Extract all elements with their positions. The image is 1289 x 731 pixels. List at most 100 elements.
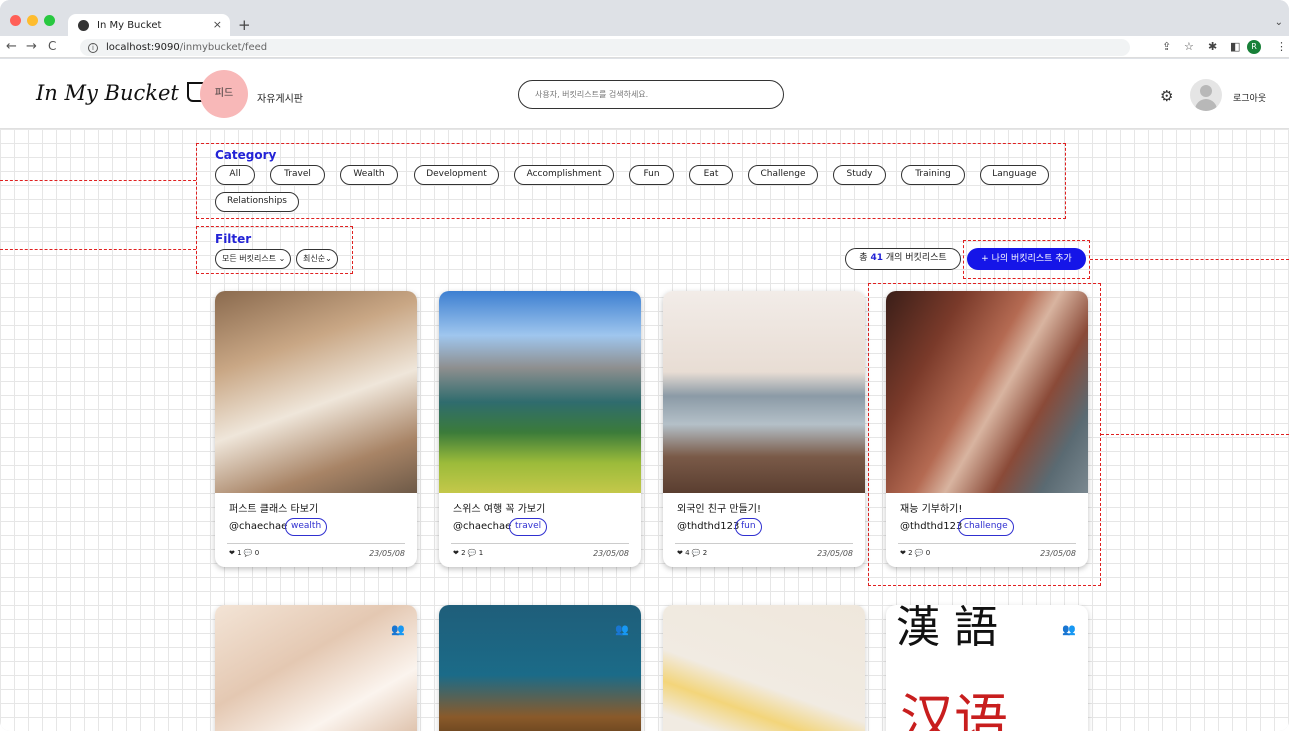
close-window-button[interactable] [10,15,21,26]
category-chip-eat[interactable]: Eat [689,165,733,185]
comment-icon[interactable]: 💬 [692,549,701,557]
card-tag[interactable]: wealth [285,518,328,536]
page-content: In My Bucket 피드 자유게시판 ⚙ 로그아웃 Category Al… [0,59,1289,731]
card-date: 23/05/08 [1040,549,1076,558]
card-user[interactable]: @thdthd123 [677,521,739,532]
category-chip-all[interactable]: All [215,165,255,185]
category-annotation-line [0,180,196,181]
url-path: /inmybucket/feed [179,42,268,53]
card-image [663,291,865,493]
card-stats: ❤ 2 💬 0 [900,549,930,557]
user-avatar[interactable] [1190,79,1222,111]
card-divider [898,543,1076,544]
bucket-card[interactable]: 스위스 여행 꼭 가보기 @chaechae travel ❤ 2 💬 1 23… [439,291,641,567]
scope-select[interactable]: 모든 버킷리스트 ⌄ [215,249,291,269]
sort-select[interactable]: 최신순⌄ [296,249,338,269]
total-count-badge: 총 41 개의 버킷리스트 [845,248,961,270]
card-divider [451,543,629,544]
card-date: 23/05/08 [369,549,405,558]
address-bar[interactable]: i localhost:9090/inmybucket/feed [80,39,1130,56]
heart-icon[interactable]: ❤ [900,549,906,557]
comment-icon[interactable]: 💬 [915,549,924,557]
category-title: Category [215,148,277,162]
logout-link[interactable]: 로그아웃 [1233,91,1266,104]
site-logo[interactable]: In My Bucket [36,81,207,105]
category-chip-study[interactable]: Study [833,165,886,185]
category-chip-fun[interactable]: Fun [629,165,674,185]
comment-count: 0 [254,549,260,557]
card-image-text-bottom: 汉语 [900,688,1008,731]
card-user[interactable]: @chaechae [453,521,511,532]
bucket-card-image[interactable]: 👥 [215,605,417,731]
gear-icon[interactable]: ⚙ [1160,87,1173,105]
category-chip-wealth[interactable]: Wealth [340,165,398,185]
reload-button[interactable]: C [48,39,56,53]
minimize-window-button[interactable] [27,15,38,26]
nav-feed[interactable]: 피드 [200,70,248,118]
back-button[interactable]: ← [6,39,17,54]
like-count: 2 [461,549,466,557]
card-tag[interactable]: fun [735,518,762,536]
card-title: 스위스 여행 꼭 가보기 [453,504,546,515]
card-tag[interactable]: travel [509,518,548,536]
extensions-icon[interactable]: ✱ [1208,40,1217,53]
browser-window: In My Bucket × + ⌄ ← → C i localhost:909… [0,0,1289,731]
like-count: 4 [685,549,690,557]
new-tab-button[interactable]: + [238,16,251,34]
total-suffix: 개의 버킷리스트 [885,253,947,263]
card-date: 23/05/08 [817,549,853,558]
category-chip-language[interactable]: Language [980,165,1049,185]
filter-title: Filter [215,232,252,246]
comment-count: 0 [925,549,931,557]
card-image [439,291,641,493]
bucket-card[interactable]: 퍼스트 클래스 타보기 @chaechae wealth ❤ 1 💬 0 23/… [215,291,417,567]
site-info-icon[interactable]: i [88,42,98,53]
category-chip-challenge[interactable]: Challenge [748,165,818,185]
comment-count: 2 [702,549,708,557]
like-count: 1 [237,549,242,557]
category-chip-development[interactable]: Development [414,165,499,185]
search-input[interactable] [518,80,784,109]
category-chip-training[interactable]: Training [901,165,965,185]
card-tag[interactable]: challenge [958,518,1014,536]
card-user[interactable]: @thdthd123 [900,521,962,532]
comment-icon[interactable]: 💬 [244,549,253,557]
bucket-card[interactable]: 재능 기부하기! @thdthd123 challenge ❤ 2 💬 0 23… [886,291,1088,567]
heart-icon[interactable]: ❤ [229,549,235,557]
nav-free-board[interactable]: 자유게시판 [257,90,303,105]
card-stats: ❤ 2 💬 1 [453,549,483,557]
total-prefix: 총 [859,253,868,263]
card-divider [675,543,853,544]
category-chip-relationships[interactable]: Relationships [215,192,299,212]
favicon-icon [78,19,89,31]
category-chip-travel[interactable]: Travel [270,165,325,185]
add-bucketlist-button[interactable]: + 나의 버킷리스트 추가 [967,248,1086,270]
close-tab-icon[interactable]: × [213,18,222,31]
scope-select-value: 모든 버킷리스트 [222,254,277,263]
browser-toolbar: ← → C i localhost:9090/inmybucket/feed ⇪… [0,36,1289,58]
bucket-card-image[interactable] [663,605,865,731]
bucket-card-image[interactable]: 漢 語 汉语 👥 [886,605,1088,731]
browser-tab[interactable]: In My Bucket × [68,14,230,36]
logo-text: In My Bucket [36,81,179,105]
bucket-card[interactable]: 외국인 친구 만들기! @thdthd123 fun ❤ 4 💬 2 23/05… [663,291,865,567]
bookmark-star-icon[interactable]: ☆ [1184,40,1194,53]
card-user[interactable]: @chaechae [229,521,287,532]
card-annotation-line [1101,434,1289,435]
forward-button[interactable]: → [26,39,37,54]
comment-icon[interactable]: 💬 [468,549,477,557]
card-stats: ❤ 1 💬 0 [229,549,259,557]
heart-icon[interactable]: ❤ [677,549,683,557]
category-chip-accomplishment[interactable]: Accomplishment [514,165,614,185]
tab-search-icon[interactable]: ⌄ [1275,17,1283,28]
bucket-card-image[interactable]: 👥 [439,605,641,731]
maximize-window-button[interactable] [44,15,55,26]
heart-icon[interactable]: ❤ [453,549,459,557]
side-panel-icon[interactable]: ◧ [1230,40,1240,53]
comment-count: 1 [478,549,484,557]
share-icon[interactable]: ⇪ [1162,40,1171,53]
card-image-text-top: 漢 語 [896,605,998,653]
menu-icon[interactable]: ⋮ [1276,40,1287,53]
profile-avatar[interactable]: R [1247,40,1261,54]
chevron-down-icon: ⌄ [325,254,332,263]
